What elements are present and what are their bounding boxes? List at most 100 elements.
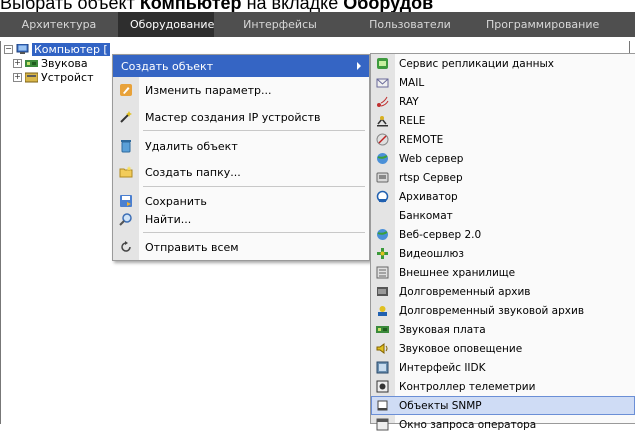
- menu-item-label: Изменить параметр...: [145, 83, 272, 97]
- pencil-icon: [119, 83, 133, 97]
- tree-node-computer[interactable]: − Компьютер [: [4, 42, 110, 56]
- menu-item-label: Создать папку...: [145, 165, 241, 179]
- menu-item-label: Мастер создания IP устройств: [145, 110, 321, 124]
- menu-separator: [143, 130, 365, 131]
- menu-item-ip-wizard[interactable]: Мастер создания IP устройств: [113, 106, 369, 128]
- submenu-item-label: Контроллер телеметрии: [399, 380, 536, 393]
- wand-icon: [119, 110, 133, 124]
- refresh-icon: [119, 240, 133, 254]
- main-tab-bar: Архитектура Оборудование Интерфейсы Поль…: [0, 12, 635, 37]
- menu-item-label: Удалить объект: [145, 139, 238, 153]
- storage-icon: [375, 266, 389, 280]
- menu-item-change-param[interactable]: Изменить параметр...: [113, 79, 369, 101]
- submenu-item-atm[interactable]: Банкомат: [371, 206, 635, 225]
- submenu-item-archiver[interactable]: Архиватор: [371, 187, 635, 206]
- menu-item-create-object[interactable]: Создать объект: [113, 55, 369, 77]
- menu-item-create-folder[interactable]: Создать папку...: [113, 161, 369, 183]
- submenu-item-long-term-archive[interactable]: Долговременный архив: [371, 282, 635, 301]
- speaker-icon: [375, 342, 389, 356]
- menu-separator: [143, 186, 365, 187]
- relay-icon: [375, 114, 389, 128]
- tab-programming[interactable]: Программирование: [474, 12, 609, 37]
- tab-architecture[interactable]: Архитектура: [0, 12, 118, 37]
- submenu-item-label: Интерфейс IIDK: [399, 361, 486, 374]
- remote-icon: [375, 133, 389, 147]
- submenu-item-operator-request[interactable]: Окно запроса оператора: [371, 415, 635, 434]
- expand-icon[interactable]: +: [13, 58, 22, 68]
- submenu-item-label: Долговременный звуковой архив: [399, 304, 585, 317]
- submenu-item-label: Долговременный архив: [399, 285, 531, 298]
- snmp-icon: [375, 399, 389, 413]
- submenu-item-replication[interactable]: Сервис репликации данных: [371, 54, 635, 73]
- menu-item-label: Отправить всем: [145, 240, 239, 254]
- submenu-item-web-server[interactable]: Web сервер: [371, 149, 635, 168]
- submenu-item-label: MAIL: [399, 76, 425, 89]
- recycle-bin-icon: [119, 139, 133, 153]
- submenu-item-label: Видеошлюз: [399, 247, 464, 260]
- menu-item-label: Сохранить: [145, 194, 207, 208]
- tree-node-sound[interactable]: + Звукова: [4, 56, 110, 70]
- menu-item-send-all[interactable]: Отправить всем: [113, 236, 369, 258]
- submenu-item-label: RELE: [399, 114, 426, 127]
- save-icon: [119, 194, 133, 208]
- menu-item-delete-object[interactable]: Удалить объект: [113, 135, 369, 157]
- globe-icon: [375, 228, 389, 242]
- context-menu: Создать объект Изменить параметр... Маст…: [112, 54, 370, 261]
- submenu-item-label: Web сервер: [399, 152, 464, 165]
- mail-icon: [375, 76, 389, 90]
- submenu-item-rtsp[interactable]: rtsp Сервер: [371, 168, 635, 187]
- submenu-item-label: Звуковое оповещение: [399, 342, 523, 355]
- submenu-item-iidk[interactable]: Интерфейс IIDK: [371, 358, 635, 377]
- menu-item-label: Найти...: [145, 212, 192, 226]
- submenu-item-mail[interactable]: MAIL: [371, 73, 635, 92]
- tab-hardware[interactable]: Оборудование: [118, 12, 214, 37]
- submenu-item-video-gateway[interactable]: Видеошлюз: [371, 244, 635, 263]
- menu-separator: [143, 232, 365, 233]
- submenu-item-external-storage[interactable]: Внешнее хранилище: [371, 263, 635, 282]
- long-term-archive-icon: [375, 285, 389, 299]
- globe-icon: [375, 152, 389, 166]
- iidk-icon: [375, 361, 389, 375]
- tree-node-label: Звукова: [41, 56, 88, 70]
- submenu-item-long-term-audio-archive[interactable]: Долговременный звуковой архив: [371, 301, 635, 320]
- sound-card-icon: [25, 59, 38, 67]
- tab-users[interactable]: Пользователи: [346, 12, 474, 37]
- submenu-item-web-server-2[interactable]: Веб-сервер 2.0: [371, 225, 635, 244]
- submenu-item-telemetry-controller[interactable]: Контроллер телеметрии: [371, 377, 635, 396]
- new-folder-icon: [119, 165, 133, 179]
- submenu-item-ray[interactable]: RAY: [371, 92, 635, 111]
- sound-card-icon: [375, 323, 389, 337]
- submenu-item-remote[interactable]: REMOTE: [371, 130, 635, 149]
- submenu-item-snmp[interactable]: Объекты SNMP: [371, 396, 635, 415]
- submenu-arrow-icon: [357, 62, 361, 70]
- ray-sensor-icon: [375, 95, 389, 109]
- tab-interfaces[interactable]: Интерфейсы: [214, 12, 346, 37]
- submenu-item-sound-card[interactable]: Звуковая плата: [371, 320, 635, 339]
- submenu-item-label: Банкомат: [399, 209, 453, 222]
- operator-window-icon: [375, 418, 389, 432]
- submenu-item-label: Веб-сервер 2.0: [399, 228, 482, 241]
- submenu-item-label: Звуковая плата: [399, 323, 486, 336]
- expand-icon[interactable]: +: [13, 72, 22, 82]
- archiver-icon: [375, 190, 389, 204]
- rtsp-server-icon: [375, 171, 389, 185]
- tree-node-devices[interactable]: + Устройст: [4, 70, 110, 84]
- replication-icon: [375, 57, 389, 71]
- telemetry-icon: [375, 380, 389, 394]
- submenu-item-label: RAY: [399, 95, 419, 108]
- submenu-item-sound-alert[interactable]: Звуковое оповещение: [371, 339, 635, 358]
- create-object-submenu: Сервис репликации данных MAIL RAY RELE R…: [370, 53, 635, 431]
- submenu-item-label: Объекты SNMP: [399, 399, 482, 412]
- menu-item-find[interactable]: Найти...: [113, 208, 369, 230]
- submenu-item-label: rtsp Сервер: [399, 171, 463, 184]
- tree-node-label: Устройст: [41, 70, 94, 84]
- menu-item-label: Создать объект: [121, 59, 214, 73]
- submenu-item-label: Окно запроса оператора: [399, 418, 537, 431]
- device-icon: [25, 72, 38, 82]
- object-tree: − Компьютер [ + Звукова + Устройст: [4, 42, 110, 84]
- submenu-item-label: Архиватор: [399, 190, 458, 203]
- submenu-item-rele[interactable]: RELE: [371, 111, 635, 130]
- collapse-icon[interactable]: −: [4, 44, 13, 54]
- submenu-item-label: Сервис репликации данных: [399, 57, 554, 70]
- search-icon: [119, 212, 133, 226]
